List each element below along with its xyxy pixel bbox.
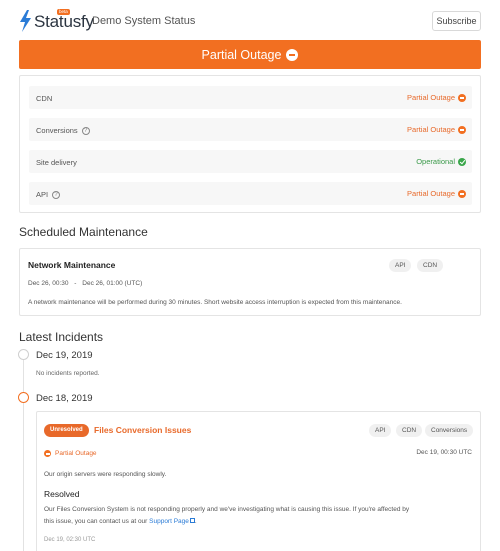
update-text-line-1: Our Files Conversion System is not respo… — [44, 506, 410, 513]
timeline-dot — [18, 349, 29, 360]
update-text-line-2: this issue, you can contact us at our — [44, 518, 150, 525]
update-title: Resolved — [44, 489, 80, 499]
component-name-label: API — [36, 190, 49, 199]
component-row-api: API? Partial Outage — [29, 182, 472, 205]
incident-title[interactable]: Files Conversion Issues — [94, 425, 191, 435]
incident-status: Partial Outage — [44, 450, 97, 457]
maintenance-start: Dec 26, 00:30 — [28, 280, 69, 287]
component-status: Partial Outage — [407, 125, 466, 134]
overall-status-label: Partial Outage — [201, 47, 282, 62]
component-status-label: Partial Outage — [407, 93, 455, 102]
no-incidents-note: No incidents reported. — [36, 370, 100, 377]
maintenance-card: Network Maintenance API CDN Dec 26, 00:3… — [19, 248, 481, 316]
update-time: Dec 19, 02:30 UTC — [44, 537, 96, 543]
update-text: Our Files Conversion System is not respo… — [44, 504, 409, 528]
scheduled-maintenance-heading: Scheduled Maintenance — [19, 225, 148, 239]
component-name: API? — [36, 190, 61, 199]
incident-tag-cdn: CDN — [396, 424, 423, 437]
external-link-icon — [189, 518, 195, 523]
maintenance-end: Dec 26, 01:00 (UTC) — [82, 280, 143, 287]
incident-tag-api: API — [369, 424, 392, 437]
timeline-line — [23, 355, 24, 551]
incident-card: Unresolved Files Conversion Issues API C… — [36, 411, 481, 551]
component-name: Conversions? — [36, 126, 90, 135]
update-text-end: . — [194, 518, 197, 525]
incident-description: Our origin servers were responding slowl… — [44, 471, 167, 478]
incident-status-label: Partial Outage — [55, 450, 97, 457]
components-list: CDN Partial Outage Conversions? Partial … — [19, 75, 481, 213]
latest-incidents-heading: Latest Incidents — [19, 330, 104, 344]
minus-circle-icon — [458, 189, 466, 198]
component-name-label: Conversions — [36, 126, 78, 135]
component-name-label: Site delivery — [36, 158, 77, 167]
maintenance-description: A network maintenance will be performed … — [28, 299, 402, 306]
minus-circle-icon — [458, 93, 466, 102]
maintenance-dates: Dec 26, 00:30 - Dec 26, 01:00 (UTC) — [28, 280, 142, 287]
question-circle-icon[interactable]: ? — [52, 190, 61, 199]
incident-day-date: Dec 19, 2019 — [36, 350, 93, 361]
page-header: Statusfy beta Demo System Status Subscri… — [19, 9, 481, 34]
component-status-label: Operational — [416, 157, 455, 166]
unresolved-badge: Unresolved — [44, 424, 89, 437]
minus-circle-icon — [44, 450, 51, 457]
component-name: CDN — [36, 94, 52, 103]
overall-status-banner: Partial Outage — [19, 40, 481, 69]
minus-circle-icon — [286, 48, 299, 61]
component-status: Partial Outage — [407, 93, 466, 102]
component-row-conversions: Conversions? Partial Outage — [29, 118, 472, 141]
maintenance-tag-cdn: CDN — [417, 259, 444, 272]
beta-badge: beta — [57, 9, 70, 15]
minus-circle-icon — [458, 125, 466, 134]
incident-time: Dec 19, 00:30 UTC — [416, 449, 472, 456]
maintenance-tag-api: API — [389, 259, 412, 272]
incident-day-date: Dec 18, 2019 — [36, 393, 93, 404]
component-status-label: Partial Outage — [407, 189, 455, 198]
component-status-label: Partial Outage — [407, 125, 455, 134]
component-row-site-delivery: Site delivery Operational — [29, 150, 472, 173]
maintenance-title: Network Maintenance — [28, 260, 116, 270]
support-page-link[interactable]: Support Page — [149, 518, 189, 525]
component-name: Site delivery — [36, 158, 77, 167]
component-row-cdn: CDN Partial Outage — [29, 86, 472, 109]
component-status: Operational — [416, 157, 466, 166]
lightning-bolt-icon — [20, 10, 31, 32]
incident-tag-conversions: Conversions — [425, 424, 474, 437]
timeline-dot — [18, 392, 29, 403]
component-status: Partial Outage — [407, 189, 466, 198]
component-name-label: CDN — [36, 94, 53, 103]
page-title: Demo System Status — [92, 15, 196, 27]
logo-text: Statusfy — [34, 12, 94, 31]
statusfy-logo[interactable]: Statusfy beta — [19, 9, 94, 32]
question-circle-icon[interactable]: ? — [81, 126, 90, 135]
subscribe-button[interactable]: Subscribe — [432, 11, 481, 31]
date-separator: - — [74, 280, 77, 287]
check-circle-icon — [458, 157, 466, 166]
